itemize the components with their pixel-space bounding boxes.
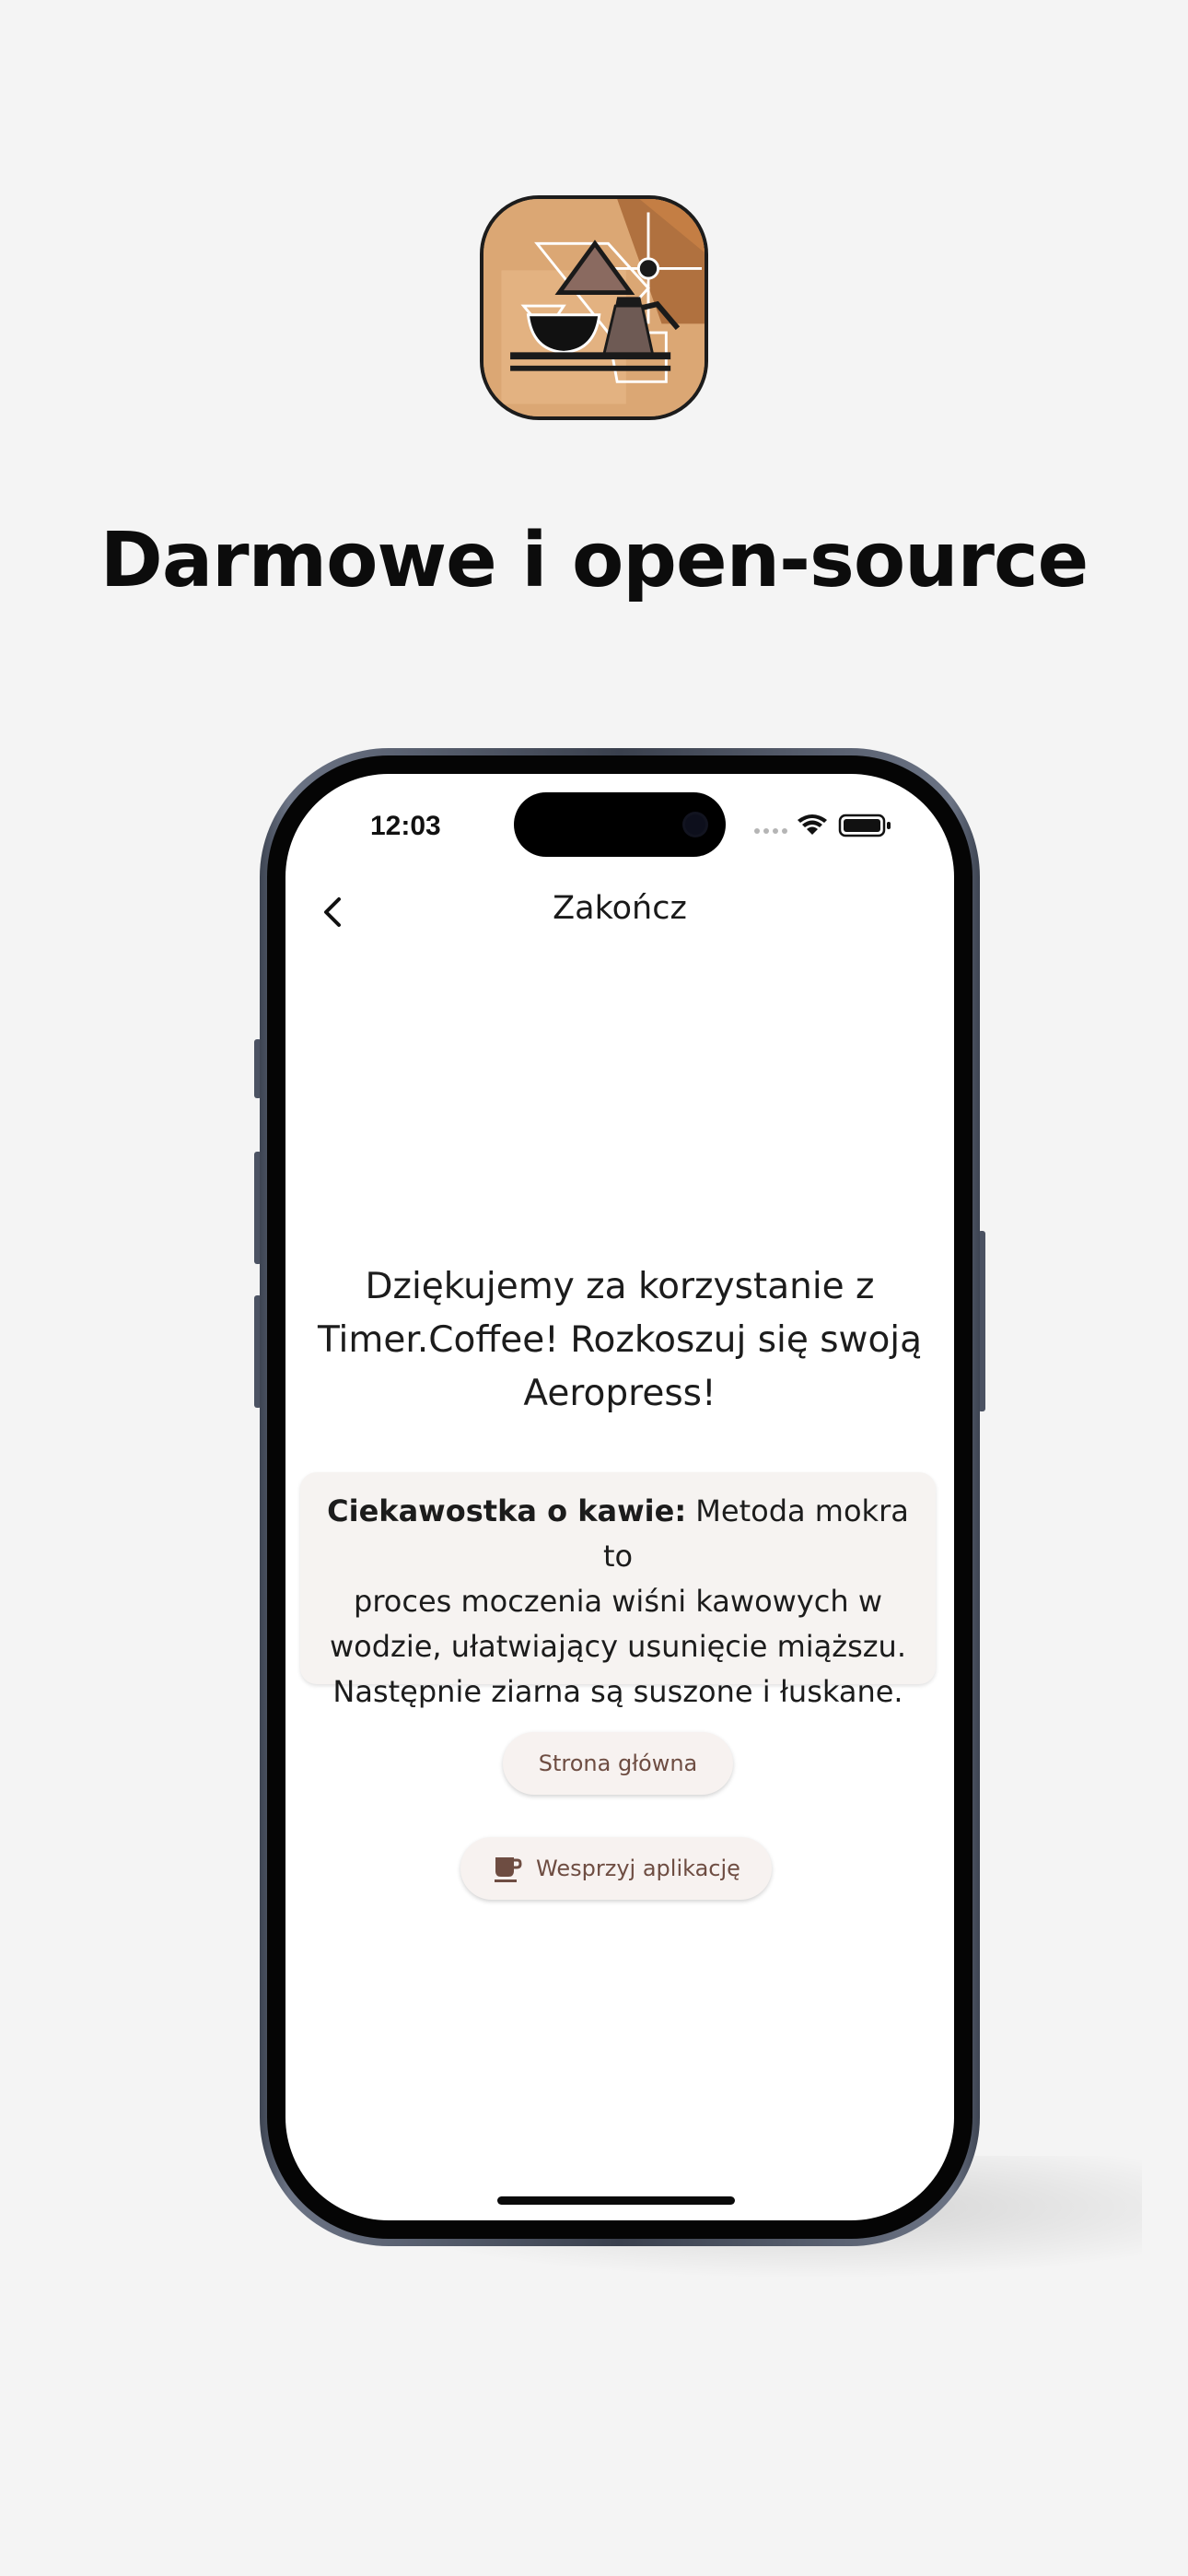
page-headline: Darmowe i open-source xyxy=(99,517,1089,604)
status-time: 12:03 xyxy=(370,811,441,841)
status-icons xyxy=(751,811,899,842)
cellular-signal-icon xyxy=(754,828,787,834)
home-indicator xyxy=(497,2196,735,2205)
thanks-line: Aeropress! xyxy=(523,1373,716,1414)
support-button-label: Wesprzyj aplikację xyxy=(536,1856,740,1881)
battery-icon xyxy=(838,814,891,837)
fact-text: proces moczenia wiśni kawowych w xyxy=(354,1584,882,1619)
phone-screen: 12:03 Zakończ Dziękujemy za korzystanie … xyxy=(285,774,954,2220)
support-app-button[interactable]: Wesprzyj aplikację xyxy=(460,1837,772,1900)
phone-frame: 12:03 Zakończ Dziękujemy za korzystanie … xyxy=(260,748,980,2246)
home-button[interactable]: Strona główna xyxy=(503,1732,733,1795)
coffee-cup-icon xyxy=(495,1857,522,1882)
home-button-label: Strona główna xyxy=(538,1751,698,1776)
coffee-brewing-icon xyxy=(483,199,705,416)
front-camera xyxy=(685,814,705,835)
wifi-icon xyxy=(798,814,827,835)
thanks-line: Dziękujemy za korzystanie z xyxy=(365,1266,875,1307)
thanks-message: Dziękujemy za korzystanie z Timer.Coffee… xyxy=(304,1260,936,1421)
app-logo xyxy=(480,195,708,420)
fact-text: Następnie ziarna są suszone i łuskane. xyxy=(332,1674,903,1709)
thanks-line: Timer.Coffee! Rozkoszuj się swoją xyxy=(317,1319,923,1361)
phone-bezel: 12:03 Zakończ Dziękujemy za korzystanie … xyxy=(267,755,973,2239)
screen-title: Zakończ xyxy=(553,890,687,927)
coffee-fact-card: Ciekawostka o kawie: Metoda mokra to pro… xyxy=(300,1472,936,1709)
fact-label: Ciekawostka o kawie: xyxy=(327,1493,687,1528)
fact-text: wodzie, ułatwiający usunięcie miąższu. xyxy=(329,1629,906,1664)
dynamic-island xyxy=(514,792,726,857)
